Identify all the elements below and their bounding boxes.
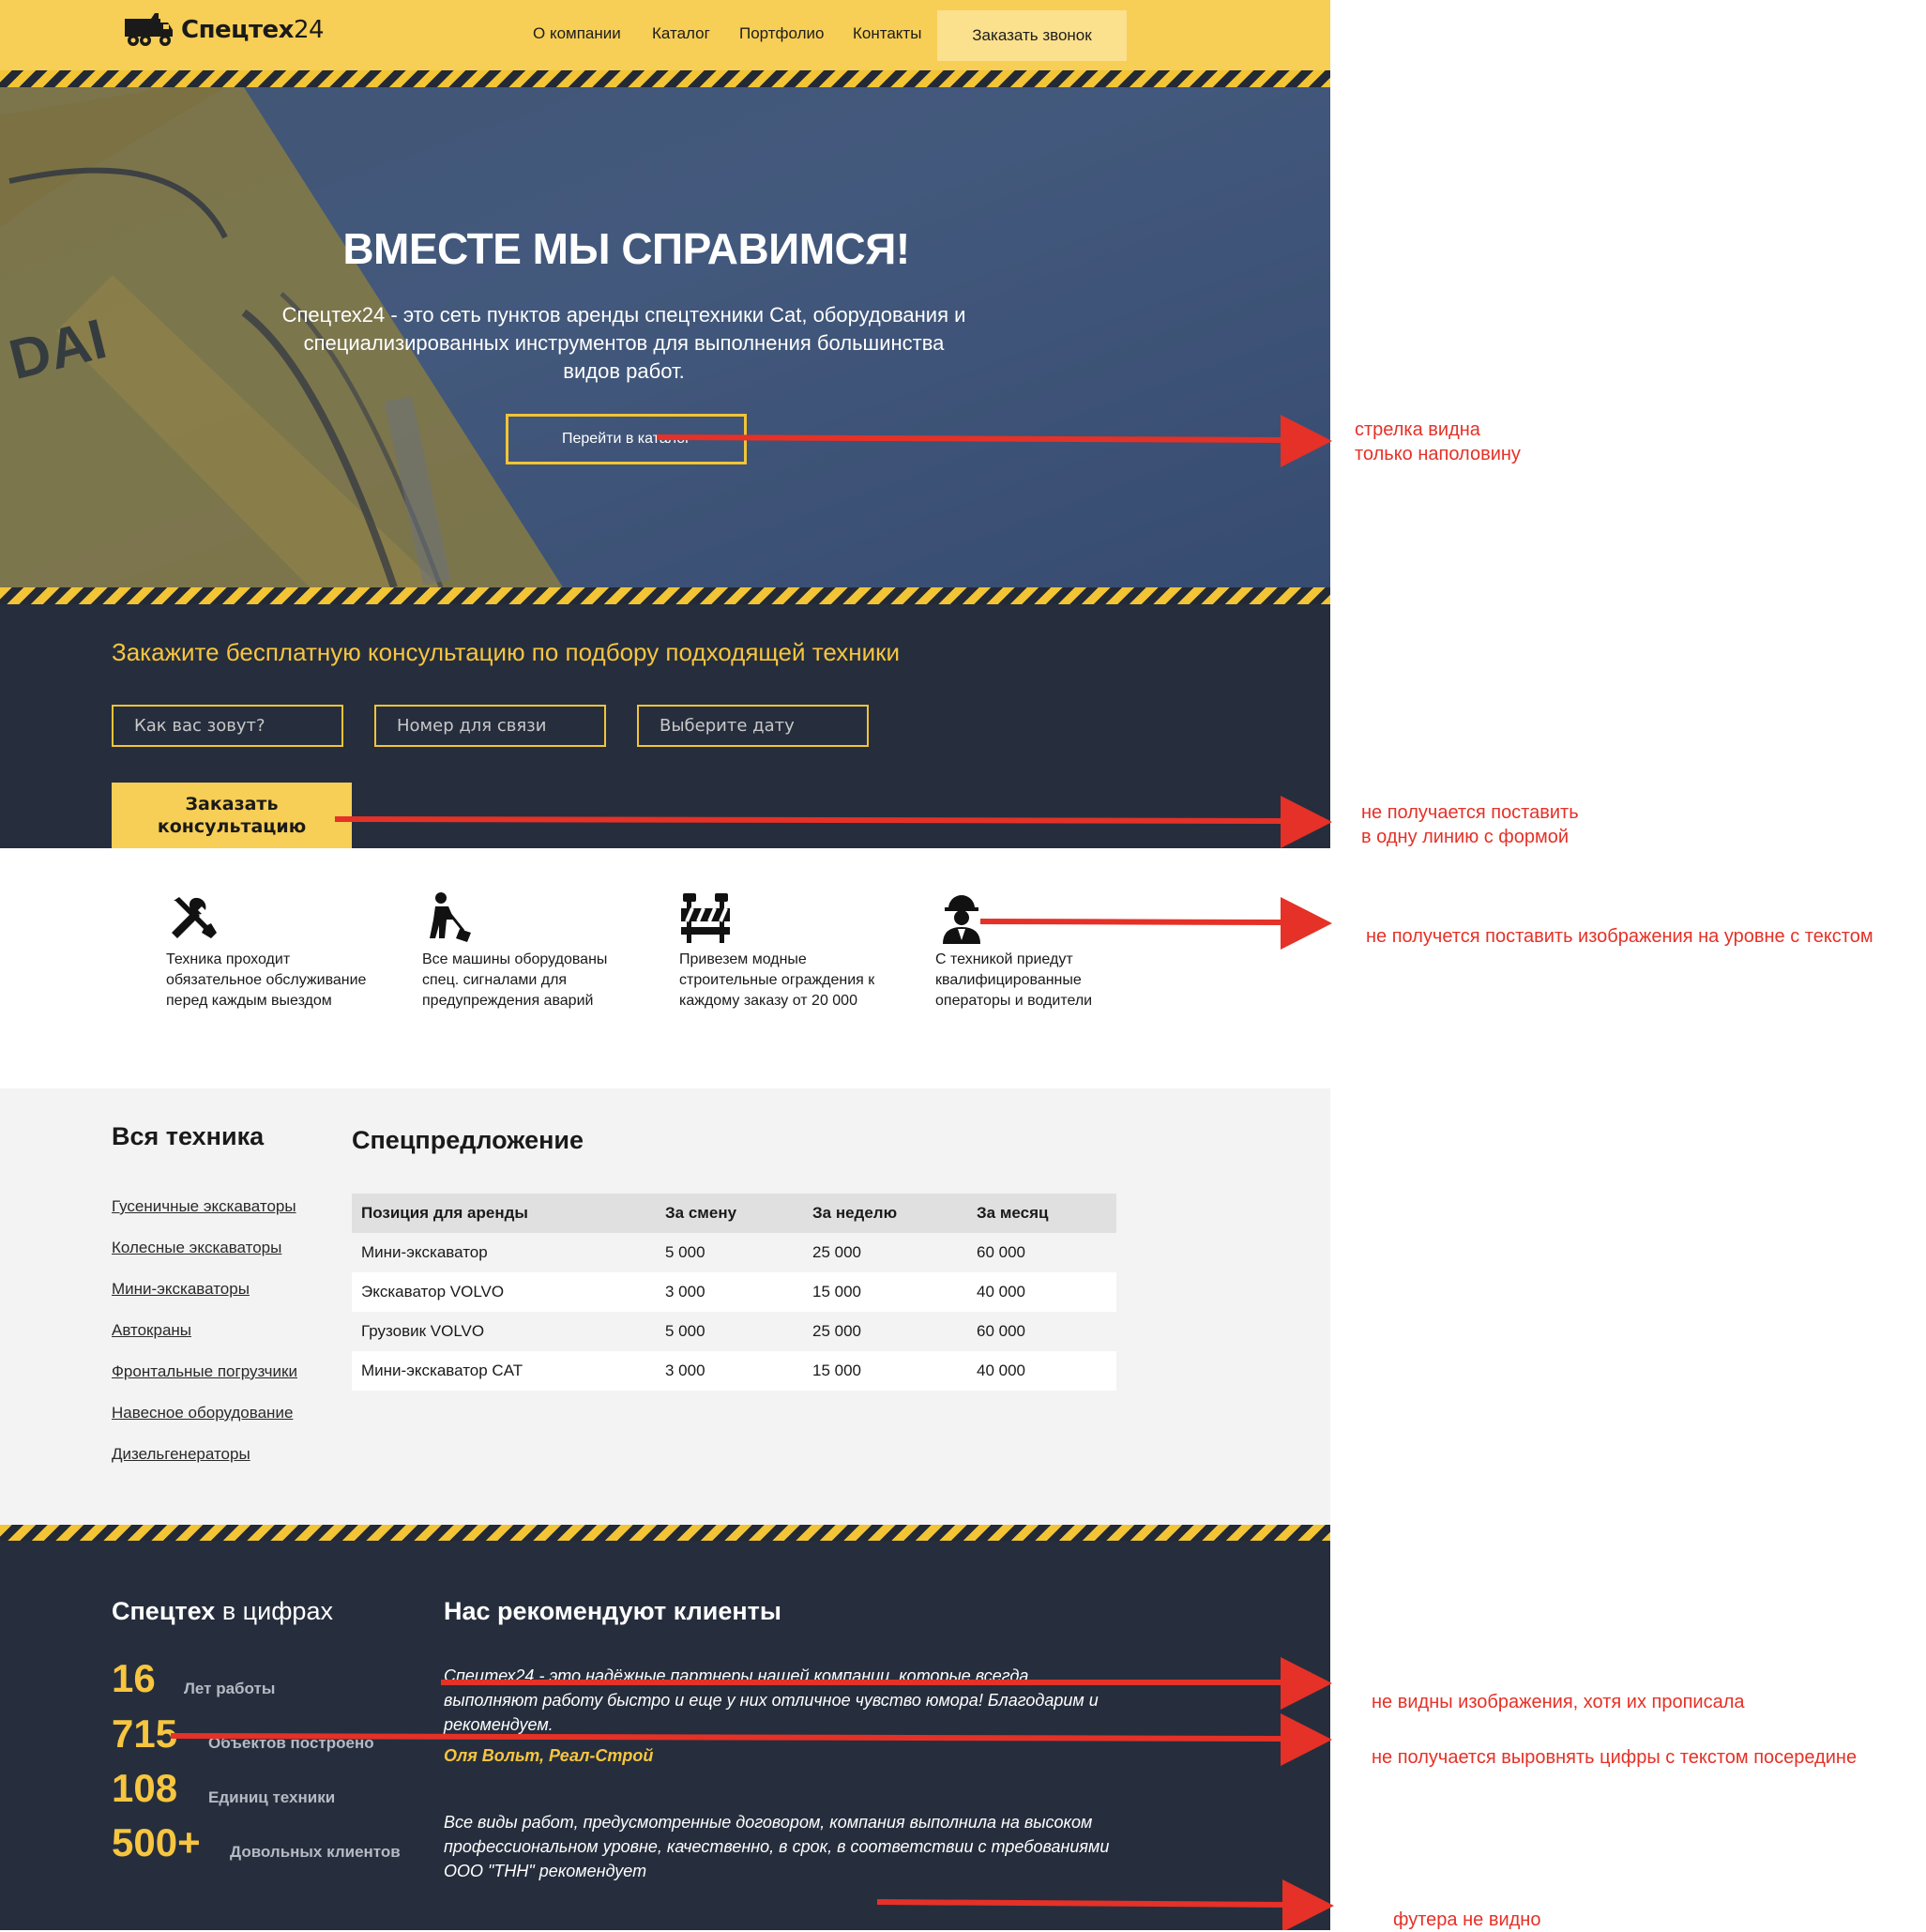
hero-title: ВМЕСТЕ МЫ СПРАВИМСЯ! [342,224,910,273]
catalog-link[interactable]: Дизельгенераторы [112,1445,250,1464]
annotation-text: не видны изображения, хотя их прописала [1372,1692,1745,1712]
table-cell: 60 000 [967,1233,1116,1272]
annotation-text: в одну линию с формой [1361,827,1570,847]
review-text: Спецтех24 - это надёжные партнеры нашей … [444,1666,1099,1734]
nav-catalog[interactable]: Каталог [652,24,710,43]
go-to-catalog-label: Перейти в каталог [562,431,690,447]
column-header: Позиция для аренды [352,1194,656,1233]
table-cell: 25 000 [803,1312,967,1351]
review-author: Оля Вольт, Реал-Строй [444,1746,654,1765]
hero-description: Спецтех24 - это сеть пунктов аренды спец… [281,303,966,383]
date-input[interactable] [637,705,869,747]
phone-input[interactable] [374,705,606,747]
logo[interactable]: Спецтех24 [123,9,325,51]
catalog-link[interactable]: Гусеничные экскаваторы [112,1197,296,1216]
barrier-icon [681,893,730,943]
table-cell: 15 000 [803,1272,967,1312]
catalog-link[interactable]: Колесные экскаваторы [112,1239,281,1257]
table-cell: 3 000 [656,1272,803,1312]
column-header: За месяц [967,1194,1116,1233]
table-cell: Мини-экскаватор CAT [352,1351,656,1391]
table-cell: 5 000 [656,1312,803,1351]
feature-item: Привезем модные строительные ограждения … [679,891,890,1012]
table-cell: 15 000 [803,1351,967,1391]
catalog-link[interactable]: Навесное оборудование [112,1404,293,1422]
table-row: Экскаватор VOLVO 3 000 15 000 40 000 [352,1272,1116,1312]
feature-item: С техникой приедут квалифицированные опе… [935,891,1146,1012]
special-offer-title: Спецпредложение [352,1126,584,1154]
site-header: Спецтех24 О компании Каталог Портфолио К… [0,0,1330,70]
feature-text: Привезем модные строительные ограждения … [679,951,875,1009]
stat-number: 715 [112,1711,178,1756]
dump-truck-icon [125,13,173,46]
table-cell: Экскаватор VOLVO [352,1272,656,1312]
table-cell: Грузовик VOLVO [352,1312,656,1351]
table-cell: 40 000 [967,1351,1116,1391]
order-call-button[interactable]: Заказать звонок [937,10,1127,61]
stat-number: 16 [112,1656,156,1700]
annotation-text: стрелка видна [1355,419,1480,440]
column-header: За неделю [803,1194,967,1233]
hero-section: DAI ВМЕСТЕ МЫ СПРАВИМСЯ! Спецтех24 - это… [0,87,1330,587]
table-header-row: Позиция для аренды За смену За неделю За… [352,1194,1116,1233]
feature-text: Все машины оборудованы спец. сигналами д… [422,951,608,1009]
stat-label: Объектов построено [208,1734,374,1752]
table-cell: 40 000 [967,1272,1116,1312]
catalog-link[interactable]: Автокраны [112,1321,191,1340]
table-row: Мини-экскаватор 5 000 25 000 60 000 [352,1233,1116,1272]
reviews-title: Нас рекомендуют клиенты [444,1597,781,1625]
stat-label: Лет работы [184,1680,276,1697]
table-row: Грузовик VOLVO 5 000 25 000 60 000 [352,1312,1116,1351]
consultation-section: Закажите бесплатную консультацию по подб… [0,604,1330,848]
hazard-stripe-top [0,70,1330,87]
stats-section: Спецтех в цифрах 16 Лет работы 715 Объек… [0,1541,1330,1930]
all-equipment-title: Вся техника [112,1122,265,1150]
catalog-section: Вся техника Гусеничные экскаваторы Колес… [0,1088,1330,1525]
table-cell: 5 000 [656,1233,803,1272]
annotation-text: футера не видно [1393,1909,1541,1930]
feature-text: Техника проходит обязательное обслуживан… [166,951,367,1009]
feature-item: Все машины оборудованы спец. сигналами д… [422,891,633,1012]
nav-portfolio[interactable]: Портфолио [739,24,824,43]
stat-label: Единиц техники [208,1788,336,1806]
table-cell: 25 000 [803,1233,967,1272]
column-header: За смену [656,1194,803,1233]
stat-label: Довольных клиентов [230,1843,401,1861]
feature-text: С техникой приедут квалифицированные опе… [935,951,1093,1009]
annotation-text: не получается поставить [1361,802,1579,823]
catalog-link[interactable]: Фронтальные погрузчики [112,1362,297,1381]
table-cell: Мини-экскаватор [352,1233,656,1272]
table-row: Мини-экскаватор CAT 3 000 15 000 40 000 [352,1351,1116,1391]
stat-number: 500+ [112,1820,201,1864]
nav-about[interactable]: О компании [533,24,621,43]
annotation-text: не получется поставить изображения на ур… [1366,926,1873,947]
table-cell: 60 000 [967,1312,1116,1351]
nav-contacts[interactable]: Контакты [853,24,921,43]
stats-title: Спецтех в цифрах [112,1597,333,1625]
special-offer-table: Позиция для аренды За смену За неделю За… [352,1194,1116,1391]
go-to-catalog-button[interactable]: Перейти в каталог [506,414,747,464]
site-page: Спецтех24 О компании Каталог Портфолио К… [0,0,1330,1930]
name-input[interactable] [112,705,343,747]
annotation-text: не получается выровнять цифры с текстом … [1372,1747,1858,1768]
catalog-link[interactable]: Мини-экскаваторы [112,1280,250,1299]
stat-number: 108 [112,1766,178,1810]
consultation-title: Закажите бесплатную консультацию по подб… [112,638,901,666]
feature-item: Техника проходит обязательное обслуживан… [166,891,377,1012]
operator-icon [943,895,980,944]
hazard-stripe-bottom [0,1525,1330,1542]
worker-shovel-icon [430,892,471,942]
table-cell: 3 000 [656,1351,803,1391]
hazard-stripe-middle [0,587,1330,604]
order-consultation-button[interactable]: Заказать консультацию [112,783,352,848]
review-text: Все виды работ, предусмотренные договоро… [444,1813,1110,1880]
annotation-text: только наполовину [1355,444,1521,464]
tools-icon [172,897,217,938]
logo-text: Спецтех24 [181,16,325,44]
